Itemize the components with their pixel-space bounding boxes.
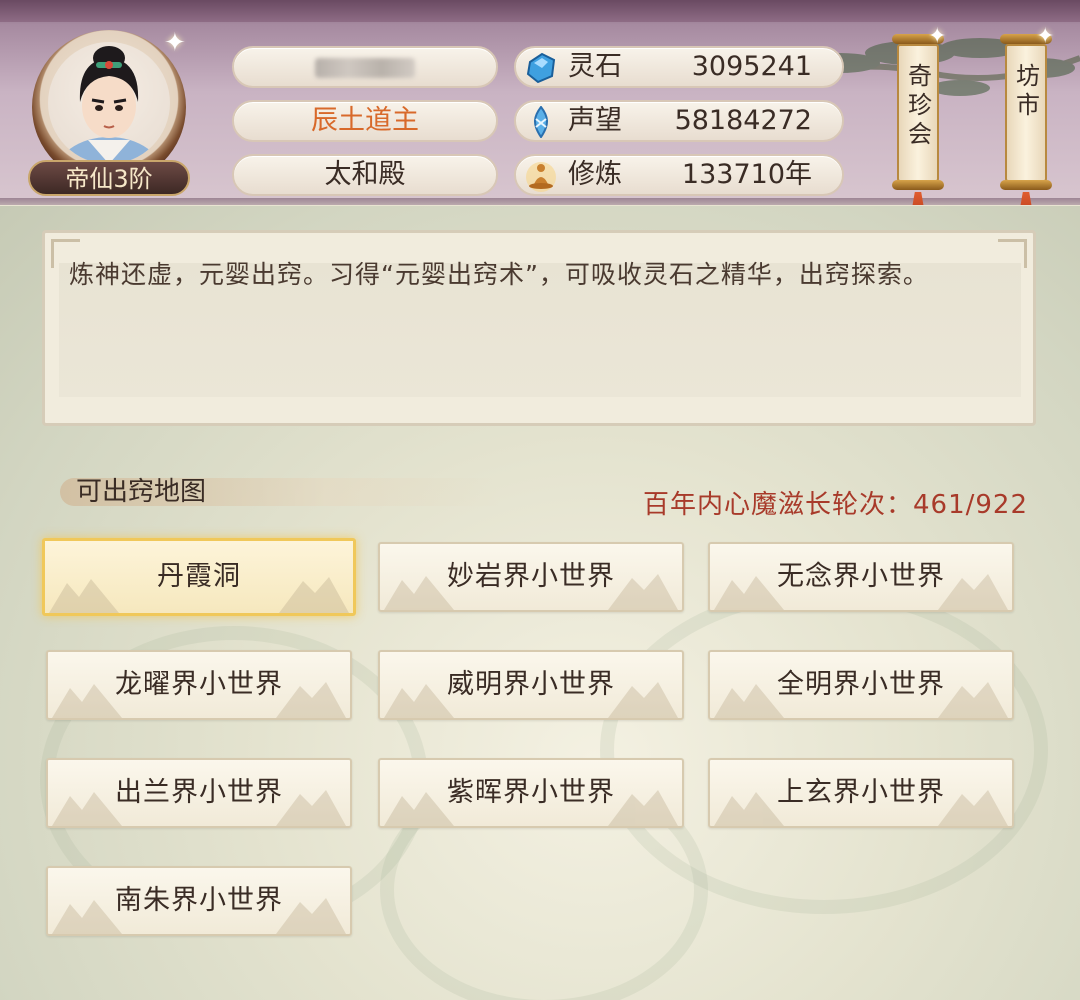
resource-value: 58184272 (674, 105, 812, 136)
obscured-name (315, 58, 415, 78)
avatar-portrait (48, 42, 170, 164)
map-button[interactable]: 妙岩界小世界 (378, 542, 684, 612)
tassel-icon (1018, 192, 1034, 205)
map-button-label: 上玄界小世界 (777, 777, 945, 808)
player-avatar[interactable]: 帝仙3阶 ✦ (28, 28, 190, 196)
resource-label: 灵石 (568, 51, 622, 82)
map-button-label: 妙岩界小世界 (447, 561, 615, 592)
resource-prestige: 声望 58184272 (514, 100, 844, 142)
butterfly-icon: ✦ (1036, 24, 1055, 49)
scroll-rod (892, 180, 944, 190)
market-button[interactable]: 坊市 ✦ (996, 24, 1056, 205)
player-header: 帝仙3阶 ✦ 辰土道主 太和殿 灵石 3095241 声望 58184272 修… (0, 0, 1080, 205)
player-name-field (232, 46, 498, 88)
tassel-icon (910, 192, 926, 205)
maps-section-title: 可出窍地图 (76, 477, 207, 507)
resource-spirit-stone: 灵石 3095241 (514, 46, 844, 88)
resource-cultivation: 修炼 133710年 (514, 154, 844, 196)
resource-value: 133710年 (681, 159, 812, 190)
butterfly-icon: ✦ (164, 28, 186, 58)
map-button-label: 出兰界小世界 (115, 777, 283, 808)
map-button[interactable]: 紫晖界小世界 (378, 758, 684, 828)
resource-label: 声望 (568, 105, 622, 136)
map-button[interactable]: 龙曜界小世界 (46, 650, 352, 720)
description-text: 炼神还虚，元婴出窍。习得“元婴出窍术”，可吸收灵石之精华，出窍探索。 (69, 260, 929, 289)
map-button-label: 丹霞洞 (157, 561, 241, 592)
resource-value: 3095241 (691, 51, 812, 82)
player-title: 辰土道主 (232, 100, 498, 142)
demon-round-counter: 百年内心魔滋长轮次：461/922 (642, 490, 1028, 520)
prestige-icon (534, 106, 548, 138)
butterfly-icon: ✦ (928, 24, 947, 49)
scroll-label: 奇珍会 (908, 62, 932, 148)
description-panel: 炼神还虚，元婴出窍。习得“元婴出窍术”，可吸收灵石之精华，出窍探索。 (42, 230, 1036, 426)
scroll-rod (1000, 180, 1052, 190)
map-button[interactable]: 出兰界小世界 (46, 758, 352, 828)
spirit-stone-icon (526, 52, 556, 84)
map-button[interactable]: 丹霞洞 (42, 538, 356, 616)
map-button-label: 龙曜界小世界 (115, 669, 283, 700)
resource-label: 修炼 (568, 159, 622, 190)
map-button-label: 威明界小世界 (447, 669, 615, 700)
map-button[interactable]: 威明界小世界 (378, 650, 684, 720)
map-button[interactable]: 南朱界小世界 (46, 866, 352, 936)
map-button-label: 全明界小世界 (777, 669, 945, 700)
treasure-fair-button[interactable]: 奇珍会 ✦ (888, 24, 948, 205)
rank-badge: 帝仙3阶 (28, 160, 190, 196)
player-hall: 太和殿 (232, 154, 498, 196)
map-button-label: 南朱界小世界 (115, 885, 283, 916)
maps-section-header: 可出窍地图 (60, 474, 500, 510)
map-button[interactable]: 无念界小世界 (708, 542, 1014, 612)
map-button-label: 无念界小世界 (777, 561, 945, 592)
map-button[interactable]: 全明界小世界 (708, 650, 1014, 720)
map-button[interactable]: 上玄界小世界 (708, 758, 1014, 828)
map-button-label: 紫晖界小世界 (447, 777, 615, 808)
cultivation-icon (526, 162, 556, 192)
scroll-body: 坊市 (1005, 44, 1047, 182)
scroll-body: 奇珍会 (897, 44, 939, 182)
scroll-label: 坊市 (1016, 62, 1040, 119)
